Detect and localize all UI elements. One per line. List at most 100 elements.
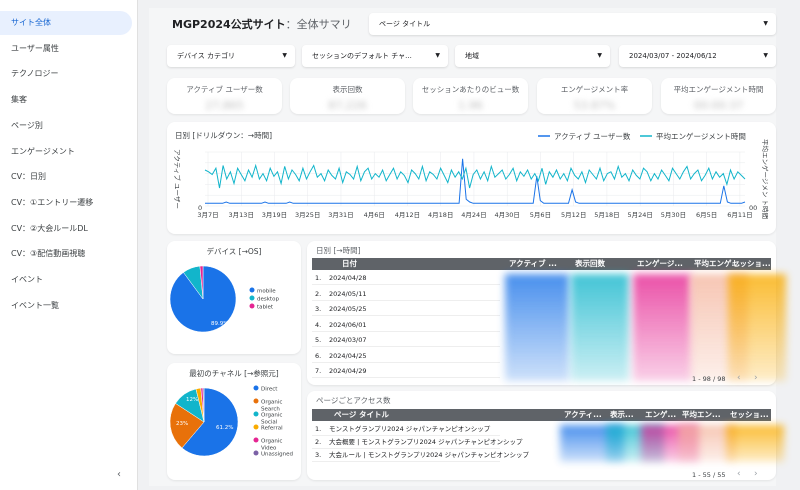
- legend-swatch: [253, 411, 259, 417]
- table-row[interactable]: 5. 2024/03/07: [312, 334, 500, 347]
- kpi-card: アクティブ ユーザー数 27,865: [167, 78, 282, 114]
- column-header[interactable]: エンゲージ...: [637, 258, 683, 270]
- dropdown-arrow-icon: ▼: [763, 52, 768, 59]
- date-range-filter[interactable]: 2024/03/07 - 2024/06/12 ▼: [619, 45, 776, 67]
- table-row[interactable]: 2. 2024/05/11: [312, 288, 500, 301]
- blurred-metric-column: [726, 425, 784, 462]
- chart-title: 日別 [ドリルダウン：→時間]: [175, 130, 272, 140]
- x-tick-label: 4月30日: [494, 211, 519, 219]
- column-header[interactable]: セッショ...: [732, 258, 771, 270]
- next-page-icon[interactable]: ›: [754, 373, 758, 383]
- row-index: 7.: [315, 367, 322, 375]
- prev-page-icon[interactable]: ‹: [737, 373, 741, 383]
- sidebar-item-1[interactable]: ユーザー属性: [0, 37, 132, 61]
- table-row[interactable]: 7. 2024/04/29: [312, 365, 500, 378]
- kpi-label: エンゲージメント率: [560, 85, 629, 94]
- region-filter[interactable]: 地域 ▼: [455, 45, 610, 67]
- slice-label: 89.9%: [211, 321, 228, 327]
- y-right-zero: 00: [749, 204, 757, 212]
- channel-pie-card: 最初のチャネル [→参照元] Direct Organic Search Organic…: [167, 363, 301, 480]
- legend-swatch: [253, 385, 259, 391]
- kpi-value: 1.96: [458, 99, 483, 112]
- page-title-filter[interactable]: ページ タイトル ▼: [369, 13, 776, 35]
- column-header[interactable]: 日付: [342, 258, 357, 270]
- sidebar-item-7[interactable]: CV：①エントリー遷移: [0, 191, 132, 215]
- row-index: 2.: [315, 289, 322, 298]
- row-key: 2024/06/01: [329, 320, 367, 329]
- sidebar-item-6[interactable]: CV：日別: [0, 165, 132, 189]
- device-filter[interactable]: デバイス カテゴリ ▼: [167, 45, 295, 67]
- sidebar-item-5[interactable]: エンゲージメント: [0, 140, 132, 164]
- slice-label: 12%: [186, 397, 198, 403]
- row-index: 4.: [315, 320, 322, 329]
- page-table-card: ページごとアクセス数 ページ タイトル アクティ... 表示... エンゲ... 平均エ…: [307, 391, 784, 480]
- column-header[interactable]: 表示回数: [575, 258, 605, 270]
- legend-label: 平均エンゲージメント時間: [656, 131, 746, 141]
- kpi-label: アクティブ ユーザー数: [186, 85, 263, 94]
- sidebar-item-10[interactable]: イベント: [0, 268, 132, 292]
- column-header[interactable]: アクティブ ...: [509, 258, 557, 270]
- legend-swatch: [253, 437, 259, 443]
- kpi-card: 表示回数 87,226: [290, 78, 405, 114]
- legend-label: Organic: [261, 400, 282, 406]
- kpi-label: セッションあたりのビュー数: [421, 85, 520, 94]
- column-header[interactable]: ページ タイトル: [334, 409, 389, 421]
- kpi-value: 27,865: [205, 99, 244, 112]
- page-table-title: ページごとアクセス数: [316, 396, 391, 405]
- table-row[interactable]: 4. 2024/06/01: [312, 319, 500, 332]
- x-tick-label: 5月18日: [594, 211, 619, 219]
- x-tick-label: 5月24日: [627, 211, 652, 219]
- table-row[interactable]: 1. 2024/04/28: [312, 272, 500, 285]
- prev-page-icon[interactable]: ‹: [737, 469, 741, 479]
- legend-label: Direct: [261, 387, 278, 393]
- x-tick-label: 5月6日: [530, 211, 551, 219]
- sidebar-item-2[interactable]: テクノロジー: [0, 62, 132, 86]
- y-left-label: アクティブ ユーザー: [173, 149, 182, 209]
- sidebar-item-8[interactable]: CV：②大会ルールDL: [0, 217, 132, 241]
- table-row[interactable]: 3. 2024/05/25: [312, 303, 500, 316]
- next-page-icon[interactable]: ›: [754, 469, 758, 479]
- row-index: 3.: [315, 451, 322, 459]
- column-header[interactable]: 表示...: [610, 409, 634, 421]
- column-header[interactable]: セッショ...: [730, 409, 769, 421]
- column-header[interactable]: アクティ...: [564, 409, 602, 421]
- channel-pie-chart: 最初のチャネル [→参照元]DirectOrganicSearchOrganic…: [169, 368, 293, 458]
- legend-swatch: [249, 303, 255, 309]
- kpi-value: 87,226: [328, 99, 367, 112]
- table-row[interactable]: 1. モンストグランプリ2024 ジャパンチャンピオンシップ: [312, 423, 500, 436]
- sidebar-item-4[interactable]: ページ別: [0, 114, 132, 138]
- sidebar-item-0[interactable]: サイト全体: [0, 11, 132, 35]
- kpi-card: 平均エンゲージメント時間 00:00:37: [661, 78, 776, 114]
- column-header[interactable]: エンゲ...: [645, 409, 676, 421]
- table-row[interactable]: 3. 大会ルール | モンストグランプリ2024 ジャパンチャンピオンシップ: [312, 449, 529, 462]
- kpi-label: 平均エンゲージメント時間: [673, 85, 764, 94]
- kpi-value: 53.87%: [573, 99, 616, 112]
- table-row[interactable]: 6. 2024/04/25: [312, 350, 500, 363]
- sidebar-item-3[interactable]: 集客: [0, 88, 132, 112]
- legend-label: アクティブ ユーザー数: [554, 131, 631, 141]
- channel-filter[interactable]: セッションのデフォルト チャ... ▼: [302, 45, 448, 67]
- sidebar-item-9[interactable]: CV：③配信動画視聴: [0, 242, 132, 266]
- slice-label: 61.2%: [216, 425, 233, 431]
- x-tick-label: 3月7日: [197, 211, 218, 219]
- x-tick-label: 3月19日: [262, 211, 287, 219]
- row-key: 2024/03/07: [329, 336, 367, 344]
- row-key: 2024/05/25: [329, 305, 367, 313]
- x-tick-label: 3月13日: [229, 211, 254, 219]
- table-row[interactable]: 2. 大会概要 | モンストグランプリ2024 ジャパンチャンピオンシップ: [312, 436, 523, 449]
- x-tick-label: 4月6日: [364, 211, 385, 219]
- row-key: モンストグランプリ2024 ジャパンチャンピオンシップ: [329, 425, 491, 433]
- legend-label: Organic: [261, 439, 282, 445]
- x-tick-label: 6月5日: [696, 211, 717, 219]
- legend-swatch: [249, 295, 255, 301]
- column-header[interactable]: 平均エン...: [682, 409, 721, 421]
- chevron-left-icon[interactable]: ‹: [117, 469, 121, 480]
- pie-title: 最初のチャネル [→参照元]: [189, 368, 279, 378]
- daily-table-pager: 1 - 98 / 98: [692, 375, 726, 383]
- sidebar-item-11[interactable]: イベント一覧: [0, 294, 132, 318]
- daily-line-chart: 日別 [ドリルダウン：→時間] アクティブ ユーザー数 平均エンゲージメント時間 3月…: [173, 130, 770, 219]
- blurred-metric-column: [571, 274, 629, 381]
- blurred-metric-column: [505, 274, 569, 381]
- kpi-card: エンゲージメント率 53.87%: [537, 78, 652, 114]
- dropdown-arrow-icon: ▼: [435, 52, 440, 59]
